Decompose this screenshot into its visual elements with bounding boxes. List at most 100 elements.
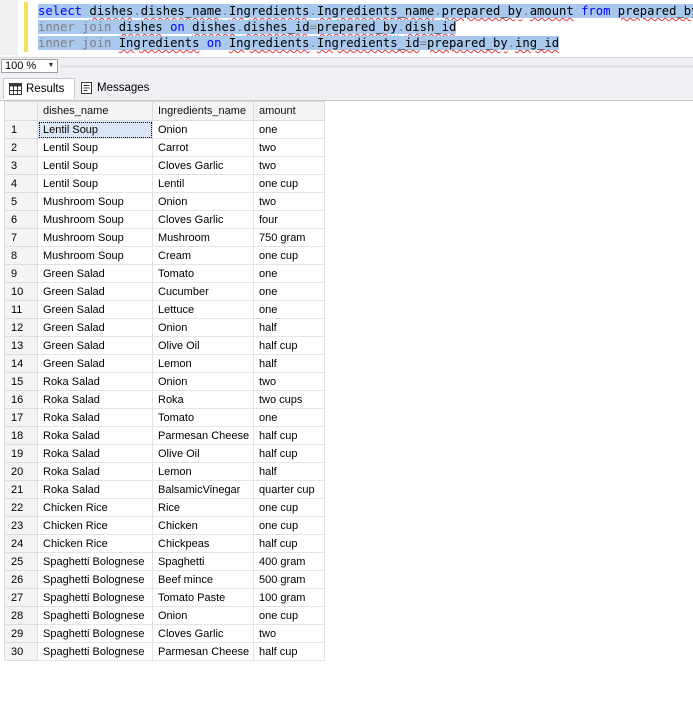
table-row[interactable]: 2 Lentil Soup Carrot two xyxy=(4,138,325,157)
ingredients-name-cell[interactable]: Onion xyxy=(152,120,254,139)
row-number-cell[interactable]: 17 xyxy=(4,408,38,427)
row-number-cell[interactable]: 25 xyxy=(4,552,38,571)
ingredients-name-cell[interactable]: Cucumber xyxy=(152,282,254,301)
dishes-name-cell[interactable]: Chicken Rice xyxy=(37,516,153,535)
column-header-ingredients-name[interactable]: Ingredients_name xyxy=(152,101,254,121)
row-number-cell[interactable]: 26 xyxy=(4,570,38,589)
row-number-cell[interactable]: 21 xyxy=(4,480,38,499)
dishes-name-cell[interactable]: Spaghetti Bolognese xyxy=(37,552,153,571)
sql-editor[interactable]: select dishes.dishes_name.Ingredients.In… xyxy=(0,0,693,55)
dishes-name-cell[interactable]: Green Salad xyxy=(37,282,153,301)
amount-cell[interactable]: half cup xyxy=(253,642,325,661)
dishes-name-cell[interactable]: Roka Salad xyxy=(37,390,153,409)
dishes-name-cell[interactable]: Mushroom Soup xyxy=(37,192,153,211)
row-number-cell[interactable]: 28 xyxy=(4,606,38,625)
tab-messages[interactable]: Messages xyxy=(75,78,152,99)
table-row[interactable]: 11 Green Salad Lettuce one xyxy=(4,300,325,319)
table-row[interactable]: 16 Roka Salad Roka two cups xyxy=(4,390,325,409)
amount-cell[interactable]: two xyxy=(253,138,325,157)
ingredients-name-cell[interactable]: BalsamicVinegar xyxy=(152,480,254,499)
table-row[interactable]: 29 Spaghetti Bolognese Cloves Garlic two xyxy=(4,624,325,643)
dishes-name-cell[interactable]: Spaghetti Bolognese xyxy=(37,588,153,607)
ingredients-name-cell[interactable]: Parmesan Cheese xyxy=(152,642,254,661)
row-number-cell[interactable]: 16 xyxy=(4,390,38,409)
row-number-cell[interactable]: 22 xyxy=(4,498,38,517)
table-row[interactable]: 12 Green Salad Onion half xyxy=(4,318,325,337)
tab-results[interactable]: Results xyxy=(3,78,75,99)
row-number-header[interactable] xyxy=(4,101,38,121)
table-row[interactable]: 17 Roka Salad Tomato one xyxy=(4,408,325,427)
row-number-cell[interactable]: 18 xyxy=(4,426,38,445)
amount-cell[interactable]: two xyxy=(253,156,325,175)
amount-cell[interactable]: half xyxy=(253,318,325,337)
ingredients-name-cell[interactable]: Lemon xyxy=(152,354,254,373)
row-number-cell[interactable]: 14 xyxy=(4,354,38,373)
amount-cell[interactable]: half xyxy=(253,462,325,481)
row-number-cell[interactable]: 27 xyxy=(4,588,38,607)
dishes-name-cell[interactable]: Roka Salad xyxy=(37,426,153,445)
amount-cell[interactable]: four xyxy=(253,210,325,229)
zoom-select[interactable]: 100 % ▼ xyxy=(1,59,58,73)
scrollbar-track[interactable] xyxy=(60,65,693,68)
amount-cell[interactable]: one cup xyxy=(253,498,325,517)
dishes-name-cell[interactable]: Chicken Rice xyxy=(37,534,153,553)
dishes-name-cell[interactable]: Mushroom Soup xyxy=(37,210,153,229)
dishes-name-cell[interactable]: Spaghetti Bolognese xyxy=(37,642,153,661)
dishes-name-cell[interactable]: Green Salad xyxy=(37,354,153,373)
ingredients-name-cell[interactable]: Roka xyxy=(152,390,254,409)
table-row[interactable]: 27 Spaghetti Bolognese Tomato Paste 100 gra… xyxy=(4,588,325,607)
ingredients-name-cell[interactable]: Tomato Paste xyxy=(152,588,254,607)
row-number-cell[interactable]: 6 xyxy=(4,210,38,229)
row-number-cell[interactable]: 29 xyxy=(4,624,38,643)
ingredients-name-cell[interactable]: Tomato xyxy=(152,264,254,283)
row-number-cell[interactable]: 23 xyxy=(4,516,38,535)
row-number-cell[interactable]: 24 xyxy=(4,534,38,553)
amount-cell[interactable]: two xyxy=(253,624,325,643)
ingredients-name-cell[interactable]: Mushroom xyxy=(152,228,254,247)
row-number-cell[interactable]: 5 xyxy=(4,192,38,211)
results-grid[interactable]: dishes_name Ingredients_name amount 1 Len… xyxy=(0,101,693,707)
table-row[interactable]: 18 Roka Salad Parmesan Cheese half cup xyxy=(4,426,325,445)
ingredients-name-cell[interactable]: Chickpeas xyxy=(152,534,254,553)
dishes-name-cell[interactable]: Lentil Soup xyxy=(37,174,153,193)
dishes-name-cell[interactable]: Roka Salad xyxy=(37,444,153,463)
table-row[interactable]: 9 Green Salad Tomato one xyxy=(4,264,325,283)
amount-cell[interactable]: 100 gram xyxy=(253,588,325,607)
table-row[interactable]: 25 Spaghetti Bolognese Spaghetti 400 gram xyxy=(4,552,325,571)
table-row[interactable]: 24 Chicken Rice Chickpeas half cup xyxy=(4,534,325,553)
ingredients-name-cell[interactable]: Parmesan Cheese xyxy=(152,426,254,445)
amount-cell[interactable]: one cup xyxy=(253,174,325,193)
table-row[interactable]: 10 Green Salad Cucumber one xyxy=(4,282,325,301)
ingredients-name-cell[interactable]: Lettuce xyxy=(152,300,254,319)
dishes-name-cell[interactable]: Roka Salad xyxy=(37,408,153,427)
dishes-name-cell[interactable]: Chicken Rice xyxy=(37,498,153,517)
row-number-cell[interactable]: 2 xyxy=(4,138,38,157)
row-number-cell[interactable]: 7 xyxy=(4,228,38,247)
table-row[interactable]: 21 Roka Salad BalsamicVinegar quarter cup xyxy=(4,480,325,499)
dishes-name-cell[interactable]: Green Salad xyxy=(37,318,153,337)
amount-cell[interactable]: half xyxy=(253,354,325,373)
amount-cell[interactable]: two cups xyxy=(253,390,325,409)
row-number-cell[interactable]: 12 xyxy=(4,318,38,337)
amount-cell[interactable]: one xyxy=(253,120,325,139)
table-row[interactable]: 20 Roka Salad Lemon half xyxy=(4,462,325,481)
ingredients-name-cell[interactable]: Onion xyxy=(152,606,254,625)
ingredients-name-cell[interactable]: Cream xyxy=(152,246,254,265)
table-row[interactable]: 14 Green Salad Lemon half xyxy=(4,354,325,373)
table-row[interactable]: 7 Mushroom Soup Mushroom 750 gram xyxy=(4,228,325,247)
dishes-name-cell[interactable]: Spaghetti Bolognese xyxy=(37,570,153,589)
dishes-name-cell[interactable]: Roka Salad xyxy=(37,462,153,481)
table-row[interactable]: 13 Green Salad Olive Oil half cup xyxy=(4,336,325,355)
dishes-name-cell[interactable]: Roka Salad xyxy=(37,480,153,499)
column-header-amount[interactable]: amount xyxy=(253,101,325,121)
ingredients-name-cell[interactable]: Cloves Garlic xyxy=(152,624,254,643)
dishes-name-cell[interactable]: Spaghetti Bolognese xyxy=(37,624,153,643)
amount-cell[interactable]: two xyxy=(253,192,325,211)
dishes-name-cell[interactable]: Spaghetti Bolognese xyxy=(37,606,153,625)
amount-cell[interactable]: one xyxy=(253,300,325,319)
ingredients-name-cell[interactable]: Carrot xyxy=(152,138,254,157)
ingredients-name-cell[interactable]: Onion xyxy=(152,372,254,391)
table-row[interactable]: 3 Lentil Soup Cloves Garlic two xyxy=(4,156,325,175)
ingredients-name-cell[interactable]: Beef mince xyxy=(152,570,254,589)
code-line-3[interactable]: inner join Ingredients on Ingredients.In… xyxy=(38,35,560,51)
